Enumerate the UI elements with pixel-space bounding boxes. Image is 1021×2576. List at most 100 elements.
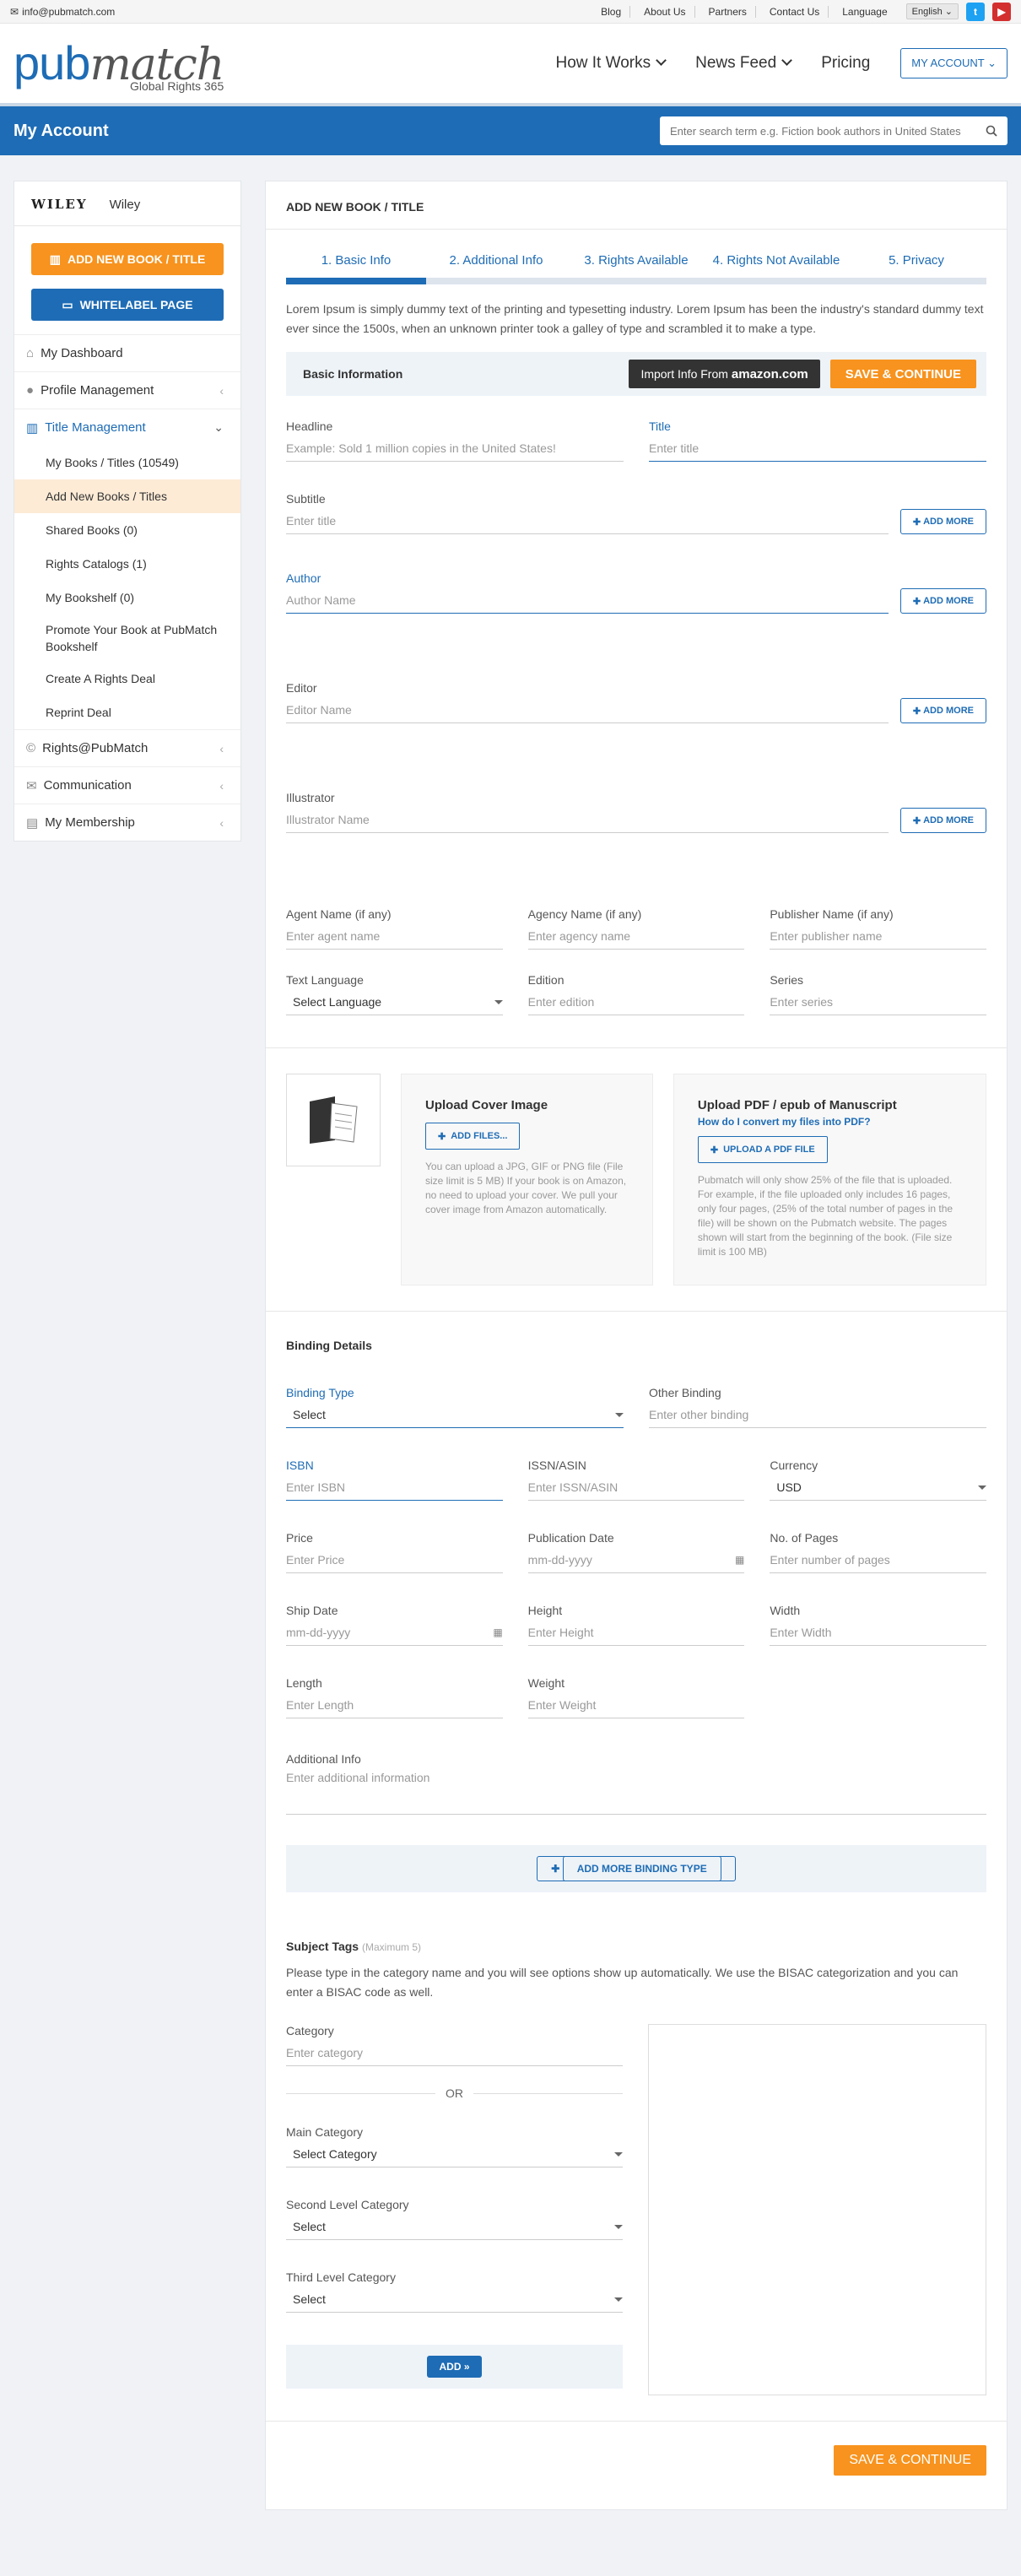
amazon-logo: amazon.com — [731, 366, 808, 382]
sidebar-item-membership[interactable]: ▤ My Membership ‹ — [14, 804, 240, 841]
user-icon: ● — [26, 383, 35, 398]
tab-rights-available[interactable]: 3. Rights Available — [566, 245, 706, 278]
weight-field[interactable]: Weight Enter Weight — [527, 1676, 745, 1718]
sidebar-item-rights[interactable]: © Rights@PubMatch ‹ — [14, 729, 240, 766]
headline-field[interactable]: Headline Example: Sold 1 million copies i… — [286, 419, 624, 462]
caret-down-icon — [615, 1412, 624, 1417]
width-field[interactable]: Width Enter Width — [770, 1604, 987, 1646]
copyright-icon: © — [26, 741, 36, 755]
agent-field[interactable]: Agent Name (if any) Enter agent name — [286, 907, 503, 950]
height-field[interactable]: Height Enter Height — [527, 1604, 745, 1646]
series-field[interactable]: Series Enter series — [770, 973, 987, 1015]
top-link-partners[interactable]: Partners — [700, 5, 756, 18]
main-category-select[interactable]: Main Category Select Category — [286, 2125, 623, 2167]
sidebar-sub-my-books[interactable]: My Books / Titles (10549) — [14, 446, 240, 479]
tab-rights-not-available[interactable]: 4. Rights Not Available — [706, 245, 846, 278]
add-new-book-button[interactable]: ▥ ADD NEW BOOK / TITLE — [31, 243, 224, 275]
search-icon[interactable] — [986, 125, 997, 137]
step-tabs: 1. Basic Info 2. Additional Info 3. Righ… — [286, 245, 986, 284]
form-heading: ADD NEW BOOK / TITLE — [266, 181, 1007, 230]
publisher-field[interactable]: Publisher Name (if any) Enter publisher n… — [770, 907, 987, 950]
editor-field[interactable]: Editor Editor Name — [286, 681, 889, 723]
calendar-icon[interactable]: ▦ — [493, 1626, 502, 1638]
top-link-contact[interactable]: Contact Us — [761, 5, 829, 18]
add-binding-band: ✚ ADD MORE BINDING TYPE — [286, 1845, 986, 1892]
pages-field[interactable]: No. of Pages Enter number of pages — [770, 1531, 987, 1573]
price-field[interactable]: Price Enter Price — [286, 1531, 503, 1573]
subtitle-field[interactable]: Subtitle Enter title — [286, 492, 889, 534]
add-category-button[interactable]: ADD » — [427, 2356, 482, 2378]
sidebar-item-title-management[interactable]: ▥ Title Management ⌄ — [14, 409, 240, 446]
third-level-category-select[interactable]: Third Level Category Select — [286, 2270, 623, 2313]
sidebar-item-profile[interactable]: ● Profile Management ‹ — [14, 371, 240, 409]
sidebar-sub-reprint-deal[interactable]: Reprint Deal — [14, 695, 240, 729]
sidebar-item-dashboard[interactable]: ⌂ My Dashboard — [14, 334, 240, 371]
youtube-icon[interactable]: ▶ — [992, 2, 1011, 21]
currency-select[interactable]: Currency USD — [770, 1458, 987, 1501]
mail-icon: ✉ — [10, 5, 19, 18]
top-link-language: Language — [842, 5, 888, 18]
author-field[interactable]: Author Author Name — [286, 571, 889, 614]
caret-down-icon — [978, 1485, 987, 1490]
publication-date-field[interactable]: Publication Date mm-dd-yyyy ▦ — [527, 1531, 745, 1573]
twitter-icon[interactable]: t — [966, 2, 985, 21]
edition-field[interactable]: Edition Enter edition — [527, 973, 745, 1015]
author-add-more-button[interactable]: ✚ ADD MORE — [899, 588, 986, 614]
nav-news-feed[interactable]: News Feed — [695, 54, 791, 73]
ship-date-field[interactable]: Ship Date mm-dd-yyyy ▦ — [286, 1604, 503, 1646]
length-field[interactable]: Length Enter Length — [286, 1676, 503, 1718]
nav-pricing[interactable]: Pricing — [821, 54, 870, 73]
calendar-icon[interactable]: ▦ — [735, 1554, 744, 1566]
isbn-field[interactable]: ISBN Enter ISBN — [286, 1458, 503, 1501]
chevron-left-icon: ‹ — [219, 741, 224, 755]
import-amazon-button[interactable]: Import Info From amazon.com — [629, 360, 820, 388]
contact-email[interactable]: ✉ info@pubmatch.com — [10, 6, 115, 18]
top-link-blog[interactable]: Blog — [592, 5, 631, 18]
sidebar-sub-rights-deal[interactable]: Create A Rights Deal — [14, 662, 240, 695]
illustrator-field[interactable]: Illustrator Illustrator Name — [286, 791, 889, 833]
nav-how-it-works[interactable]: How It Works — [555, 54, 665, 73]
save-continue-button[interactable]: SAVE & CONTINUE — [829, 360, 976, 388]
account-bar: My Account — [0, 103, 1021, 155]
top-link-about[interactable]: About Us — [635, 5, 695, 18]
sidebar-sub-rights-catalogs[interactable]: Rights Catalogs (1) — [14, 547, 240, 581]
upload-pdf-button[interactable]: ✚ UPLOAD A PDF FILE — [697, 1136, 828, 1163]
wiley-logo: WILEY — [31, 197, 88, 212]
subtitle-add-more-button[interactable]: ✚ ADD MORE — [899, 509, 986, 534]
language-select[interactable]: English ⌄ — [905, 3, 959, 19]
chevron-left-icon: ‹ — [219, 383, 224, 398]
sidebar-sub-shared-books[interactable]: Shared Books (0) — [14, 513, 240, 547]
second-level-category-select[interactable]: Second Level Category Select — [286, 2198, 623, 2240]
search-input[interactable] — [670, 124, 974, 138]
sidebar-sub-add-new-books[interactable]: Add New Books / Titles — [14, 479, 240, 513]
account-name: Wiley — [109, 197, 141, 212]
pubmatch-logo[interactable]: pubmatch Global Rights 365 — [14, 40, 224, 93]
other-binding-field[interactable]: Other Binding Enter other binding — [649, 1386, 986, 1428]
tab-privacy[interactable]: 5. Privacy — [846, 245, 986, 278]
binding-heading: Binding Details — [286, 1339, 372, 1352]
tab-basic-info[interactable]: 1. Basic Info — [286, 245, 426, 284]
editor-add-more-button[interactable]: ✚ ADD MORE — [899, 698, 986, 723]
additional-info-field[interactable]: Additional Info Enter additional informa… — [286, 1752, 986, 1815]
my-account-button[interactable]: MY ACCOUNT ⌄ — [900, 48, 1007, 78]
laptop-icon: ▭ — [62, 297, 73, 311]
page-title: My Account — [14, 121, 109, 140]
sidebar-sub-my-bookshelf[interactable]: My Bookshelf (0) — [14, 581, 240, 614]
add-binding-type-button[interactable]: ✚ ADD MORE BINDING TYPE — [537, 1856, 736, 1881]
binding-type-select[interactable]: Binding Type Select — [286, 1386, 624, 1428]
sidebar-sub-promote[interactable]: Promote Your Book at PubMatch Bookshelf — [14, 614, 240, 662]
form-footer: SAVE & CONTINUE — [266, 2421, 1007, 2476]
sidebar-item-communication[interactable]: ✉ Communication ‹ — [14, 766, 240, 804]
language-select[interactable]: Text Language Select Language — [286, 973, 503, 1015]
illustrator-add-more-button[interactable]: ✚ ADD MORE — [899, 808, 986, 833]
add-files-button[interactable]: ✚ ADD FILES... — [425, 1123, 521, 1150]
issn-field[interactable]: ISSN/ASIN Enter ISSN/ASIN — [527, 1458, 745, 1501]
agency-field[interactable]: Agency Name (if any) Enter agency name — [527, 907, 745, 950]
book-cover-icon — [310, 1096, 358, 1144]
title-field[interactable]: Title Enter title — [649, 419, 986, 462]
save-continue-bottom-button[interactable]: SAVE & CONTINUE — [834, 2445, 986, 2476]
whitelabel-page-button[interactable]: ▭ WHITELABEL PAGE — [31, 289, 224, 321]
tab-additional-info[interactable]: 2. Additional Info — [426, 245, 566, 278]
convert-pdf-link[interactable]: How do I convert my files into PDF? — [698, 1116, 962, 1128]
category-field[interactable]: Category Enter category — [286, 2024, 623, 2066]
